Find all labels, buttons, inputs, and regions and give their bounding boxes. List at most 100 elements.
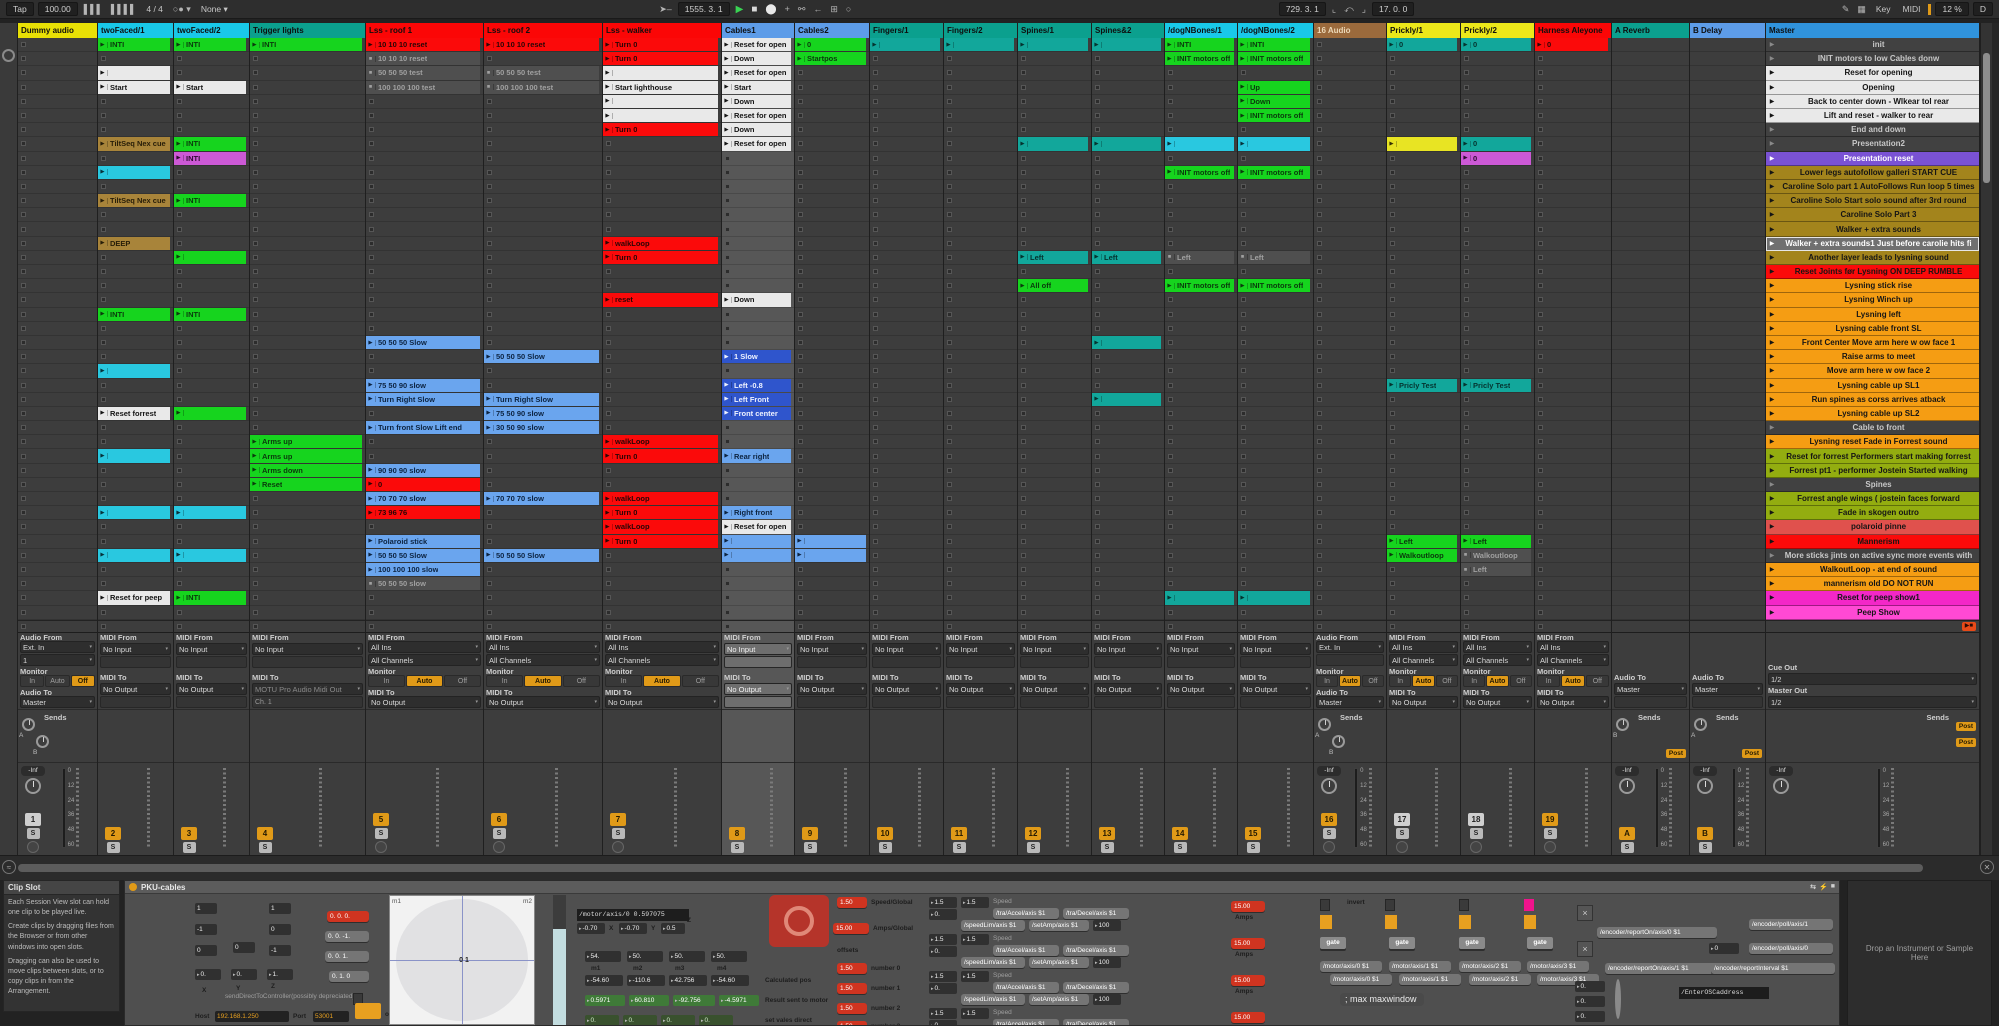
clip-slot[interactable]: [1387, 52, 1460, 66]
scene-play-icon[interactable]: ▶: [1766, 552, 1778, 559]
clip-slot[interactable]: [1387, 152, 1460, 166]
capture-midi-icon[interactable]: ⊞: [828, 4, 840, 15]
text-display[interactable]: /motor/axis/0 0.597075: [577, 909, 689, 921]
clip-slot[interactable]: [944, 350, 1017, 364]
xy-pad[interactable]: m1m20 1: [389, 895, 535, 1025]
clip[interactable]: ▶0: [1387, 38, 1457, 51]
clip-stop-square[interactable]: [487, 468, 492, 473]
clip-slot[interactable]: [250, 279, 365, 293]
tempo-field[interactable]: 100.00: [38, 2, 78, 16]
clip-slot[interactable]: [250, 152, 365, 166]
clip-slot[interactable]: [1314, 137, 1386, 151]
scene-row[interactable]: ▶Raise arms to meet: [1766, 350, 1979, 364]
clip-stop-square[interactable]: [1538, 312, 1543, 317]
scene-row[interactable]: ▶Front Center Move arm here w ow face 1: [1766, 336, 1979, 350]
clip-slot[interactable]: [1165, 407, 1237, 421]
clip-slot[interactable]: [1238, 535, 1313, 549]
clip-stop-square[interactable]: [1390, 56, 1395, 61]
clip-stop-square[interactable]: [1095, 425, 1100, 430]
clip-slot[interactable]: ▶0: [795, 38, 869, 52]
clip-stop-square[interactable]: [1317, 227, 1322, 232]
track-activator-button[interactable]: 1: [25, 813, 41, 826]
clip-stop-square[interactable]: [1317, 411, 1322, 416]
clip-stop-square[interactable]: [1241, 127, 1246, 132]
clip-slot[interactable]: [1165, 435, 1237, 449]
clip-slot[interactable]: ▶INTI: [1238, 38, 1313, 52]
loop-length-field[interactable]: 17. 0. 0: [1372, 2, 1414, 16]
message-box-red[interactable]: 0. 0. 0.: [327, 911, 369, 922]
clip-slot[interactable]: ■100 100 100 test: [366, 81, 483, 95]
clip-slot[interactable]: [98, 336, 173, 350]
clip-stop-square[interactable]: [177, 269, 182, 274]
clip-play-icon[interactable]: ▶: [1461, 538, 1471, 544]
clip-slot[interactable]: [722, 194, 794, 208]
clip-stop-square[interactable]: [1390, 610, 1395, 615]
clip-slot[interactable]: ▶Left Front: [722, 393, 794, 407]
io-sub-box[interactable]: [100, 656, 171, 668]
clip-slot[interactable]: [1387, 421, 1460, 435]
message-box[interactable]: /speedLim/axis $1: [961, 920, 1025, 931]
io-chooser[interactable]: No Input▾: [724, 643, 792, 655]
clip-slot[interactable]: [1612, 293, 1689, 307]
clip-slot[interactable]: [1690, 421, 1765, 435]
clip-slot[interactable]: [1535, 606, 1611, 620]
clip-stop-square[interactable]: [1168, 184, 1173, 189]
clip-stop-square[interactable]: [369, 113, 374, 118]
clip-slot[interactable]: [250, 308, 365, 322]
io-chooser[interactable]: No Input▾: [946, 643, 1015, 655]
clip-slot[interactable]: [1092, 52, 1164, 66]
clip-stop-square[interactable]: [21, 354, 26, 359]
clip-slot[interactable]: ▶INTI: [174, 194, 249, 208]
clip-stop-square[interactable]: [1317, 212, 1322, 217]
clip-slot[interactable]: [1314, 520, 1386, 534]
clip[interactable]: ▶Walkoutloop: [1387, 549, 1457, 562]
clip-stop-square[interactable]: [1241, 212, 1246, 217]
io-sub-box[interactable]: [797, 656, 867, 668]
clip-play-icon[interactable]: ▶: [98, 410, 108, 416]
scene-play-icon[interactable]: ▶: [1766, 183, 1778, 190]
clip-play-icon[interactable]: ▶: [174, 42, 184, 48]
clip-slot[interactable]: [366, 322, 483, 336]
clip-play-icon[interactable]: ▶: [98, 84, 108, 90]
clip-stop-square[interactable]: [369, 156, 374, 161]
monitor-in-button[interactable]: In: [1389, 675, 1411, 687]
clip[interactable]: ▶TiltSeq Nex cue: [98, 194, 170, 207]
clip-play-icon[interactable]: ▶: [722, 113, 732, 119]
clip-slot[interactable]: ▶Turn 0: [603, 38, 721, 52]
clip-slot[interactable]: [944, 279, 1017, 293]
clip-stop-square[interactable]: [1390, 255, 1395, 260]
clip-stop-square[interactable]: [873, 482, 878, 487]
clip-stop-square[interactable]: [1538, 439, 1543, 444]
clip-slot[interactable]: [1314, 464, 1386, 478]
clip-stop-square[interactable]: [253, 241, 258, 246]
clip-slot[interactable]: ▶: [98, 506, 173, 520]
clip-stop-square[interactable]: [947, 539, 952, 544]
clip-slot[interactable]: [1165, 549, 1237, 563]
clip-stop-square[interactable]: [725, 170, 730, 175]
clip-stop-square[interactable]: [1464, 368, 1469, 373]
scene-row[interactable]: ▶Spines: [1766, 478, 1979, 492]
clip-slot[interactable]: [1612, 478, 1689, 492]
clip-slot[interactable]: [174, 535, 249, 549]
clip-slot[interactable]: [1690, 492, 1765, 506]
punch-in-icon[interactable]: ⌞: [1330, 4, 1338, 15]
clip-slot[interactable]: [795, 166, 869, 180]
arm-button[interactable]: [27, 841, 39, 853]
clip-stop-square[interactable]: [1538, 524, 1543, 529]
clip-slot[interactable]: [484, 577, 602, 591]
clip-slot[interactable]: [1461, 166, 1534, 180]
message-box-red[interactable]: 15.00: [833, 923, 869, 934]
clip-stop-square[interactable]: [1168, 454, 1173, 459]
clip-slot[interactable]: [870, 449, 943, 463]
clip-play-icon[interactable]: ▶: [98, 141, 108, 147]
clip-play-icon[interactable]: ▶: [603, 496, 613, 502]
clip-slot[interactable]: [1461, 435, 1534, 449]
clip-slot[interactable]: [1690, 52, 1765, 66]
clip-slot[interactable]: [1612, 606, 1689, 620]
track-header[interactable]: Lss - walker: [603, 23, 721, 38]
clip-slot[interactable]: [1612, 66, 1689, 80]
clip-slot[interactable]: [484, 322, 602, 336]
clip-play-icon[interactable]: ▶: [366, 425, 376, 431]
clip-stop-square[interactable]: [21, 340, 26, 345]
clip-stop-square[interactable]: [21, 113, 26, 118]
